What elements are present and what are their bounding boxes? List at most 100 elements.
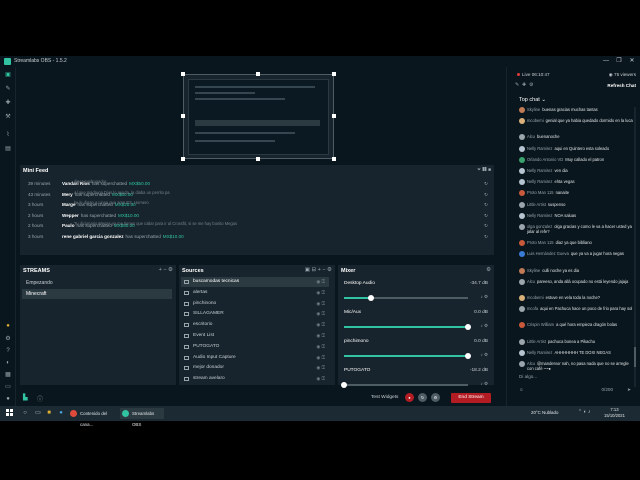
volume-knob[interactable] (341, 382, 347, 388)
source-item[interactable]: buscamodas tecnicas ◉ ⚿ (181, 277, 329, 287)
volume-slider[interactable] (341, 382, 468, 388)
layout-icon[interactable]: ▤ (4, 145, 12, 153)
resize-handle[interactable] (256, 72, 260, 76)
test-widgets-button[interactable]: Test Widgets (371, 395, 398, 400)
sources-tools[interactable]: ▣ ⊟ + − ⚙ (305, 267, 332, 273)
source-item[interactable]: alertas ◉ ⚿ (181, 288, 329, 298)
volume-knob[interactable] (465, 353, 471, 359)
chat-icon[interactable]: ▭ (4, 383, 12, 391)
resize-handle[interactable] (256, 157, 260, 161)
record-button[interactable]: ● (405, 393, 414, 402)
dashboard-icon[interactable]: ● (4, 322, 12, 330)
chat-input[interactable]: Di algo... (519, 374, 537, 379)
source-item[interactable]: Event List ◉ ⚿ (181, 331, 329, 341)
weather-widget[interactable]: 20°C Nublado (531, 410, 558, 415)
mixer-settings-icon[interactable]: ⚙ (486, 267, 491, 273)
resize-handle[interactable] (332, 114, 336, 118)
source-visibility-icons[interactable]: ◉ ⚿ (316, 374, 325, 384)
source-type-icon (184, 334, 189, 338)
volume-slider[interactable] (344, 324, 471, 330)
info-icon[interactable]: ⓘ (37, 394, 43, 403)
studio-icon[interactable]: ▣ (4, 71, 12, 79)
performance-icon[interactable]: ▙ (23, 394, 28, 401)
source-visibility-icons[interactable]: ◉ ⚿ (316, 331, 325, 341)
top-chat-dropdown[interactable]: Top chat ⌄ (519, 97, 546, 103)
maximize-button[interactable]: ❐ (613, 57, 625, 66)
mixer-channel-icons[interactable]: ♪ ⚙ (480, 352, 488, 358)
volume-slider[interactable] (344, 353, 471, 359)
source-item[interactable]: mejor donador ◉ ⚿ (181, 363, 329, 373)
repeat-alert-icon[interactable]: ↻ (484, 190, 488, 200)
repeat-alert-icon[interactable]: ↻ (484, 232, 488, 242)
themes-icon[interactable]: ✚ (4, 99, 12, 107)
source-item[interactable]: stream avelaro ◉ ⚿ (181, 374, 329, 384)
scene-item[interactable]: Minecraft (22, 289, 172, 299)
clock[interactable]: 7:13 15/10/2021 (604, 407, 625, 419)
preview-display[interactable] (183, 74, 334, 159)
taskbar-app-chrome[interactable]: Contenido del cana... (68, 408, 118, 427)
resize-handle[interactable] (332, 157, 336, 161)
volume-slider[interactable] (344, 295, 468, 301)
repeat-alert-icon[interactable]: ↻ (484, 200, 488, 210)
theme-icon[interactable]: ◐ (4, 359, 12, 367)
source-item[interactable]: pinchinono ◉ ⚿ (181, 299, 329, 309)
emoji-icon[interactable]: ☺ (519, 387, 524, 392)
resize-handle[interactable] (181, 157, 185, 161)
user-icon[interactable]: ● (4, 395, 12, 403)
windows-start-icon[interactable] (6, 409, 14, 417)
mixer-channel-icons[interactable]: ♪ ⚙ (480, 294, 488, 300)
volume-knob[interactable] (368, 295, 375, 301)
end-stream-button[interactable]: End Stream (451, 393, 491, 403)
chat-scrollbar-thumb[interactable] (634, 347, 636, 367)
minimize-button[interactable]: — (600, 57, 612, 66)
file-explorer-icon[interactable]: ■ (44, 408, 54, 418)
source-visibility-icons[interactable]: ◉ ⚿ (316, 342, 325, 352)
mixer-channel-icons[interactable]: ♪ ⚙ (480, 323, 488, 329)
repeat-alert-icon[interactable]: ↻ (484, 179, 488, 189)
system-tray[interactable]: ⌃ ◐ ♪ (578, 409, 591, 415)
chat-author: mcofa (527, 306, 539, 312)
chat-tools[interactable]: ✎ ✚ ⚙ (515, 82, 533, 88)
replay-buffer-button[interactable]: ↻ (418, 393, 427, 402)
volume-knob[interactable] (465, 324, 471, 330)
source-visibility-icons[interactable]: ◉ ⚿ (316, 299, 325, 309)
apps-icon[interactable]: ⚒ (4, 113, 12, 121)
chat-message: Nelly Ramirez ven dia (519, 168, 633, 174)
source-visibility-icons[interactable]: ◉ ⚿ (316, 288, 325, 298)
mixer-channel-icons[interactable]: ♪ ⚙ (480, 381, 488, 387)
scene-item[interactable]: Empezando (22, 278, 172, 288)
search-icon[interactable]: ○ (20, 408, 30, 418)
source-visibility-icons[interactable]: ◉ ⚿ (316, 277, 325, 287)
resize-handle[interactable] (181, 114, 185, 118)
taskbar-app-streamlabs[interactable]: Streamlabs OBS (120, 408, 164, 427)
source-visibility-icons[interactable]: ◉ ⚿ (316, 353, 325, 363)
help-icon[interactable]: ? (4, 347, 12, 355)
repeat-alert-icon[interactable]: ↻ (484, 221, 488, 231)
stats-icon[interactable]: ⌇ (4, 131, 12, 139)
chat-message: Proto Man 115 nanaite (519, 190, 633, 197)
resize-handle[interactable] (181, 72, 185, 76)
source-visibility-icons[interactable]: ◉ ⚿ (316, 309, 325, 319)
source-item[interactable]: PUTOGATO ◉ ⚿ (181, 342, 329, 352)
mini-feed-tools[interactable]: ⏷ ❚❚ ■ (477, 167, 491, 173)
source-visibility-icons[interactable]: ◉ ⚿ (316, 320, 325, 330)
settings-button[interactable]: ⚙ (431, 393, 440, 402)
chat-text: pareeso, anda allá ocupado no está leyen… (536, 278, 629, 284)
refresh-chat-button[interactable]: Refresh Chat (607, 83, 636, 88)
edge-icon[interactable]: ● (56, 408, 66, 418)
grid-icon[interactable]: ▦ (4, 371, 12, 379)
stream-preview[interactable] (17, 67, 497, 162)
repeat-alert-icon[interactable]: ↻ (484, 211, 488, 221)
scenes-tools[interactable]: + − ⚙ (159, 267, 173, 273)
send-icon[interactable]: ➤ (627, 387, 631, 393)
source-item[interactable]: Audio Input Capture ◉ ⚿ (181, 353, 329, 363)
editor-icon[interactable]: ✎ (4, 85, 12, 93)
source-item[interactable]: escritorio ◉ ⚿ (181, 320, 329, 330)
task-view-icon[interactable]: ▭ (33, 408, 43, 418)
chat-scrollbar[interactable] (634, 107, 636, 387)
source-item[interactable]: SILLAGAMER ◉ ⚿ (181, 309, 329, 319)
close-button[interactable]: ✕ (626, 57, 638, 66)
source-visibility-icons[interactable]: ◉ ⚿ (316, 363, 325, 373)
resize-handle[interactable] (332, 72, 336, 76)
settings-icon[interactable]: ⚙ (4, 335, 12, 343)
